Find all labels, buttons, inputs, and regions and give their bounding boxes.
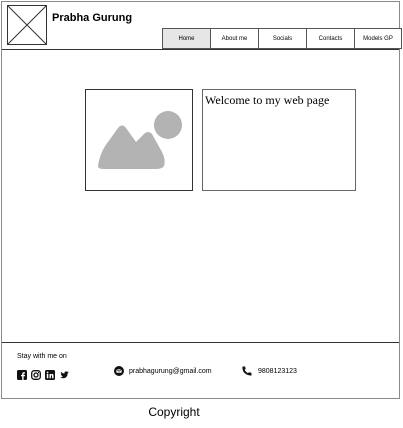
image-placeholder-icon [98, 111, 182, 169]
phone-contact[interactable]: 9808123123 [242, 366, 297, 376]
logo-placeholder[interactable] [7, 5, 47, 45]
copyright-text: Copyright [148, 405, 200, 419]
email-icon [114, 366, 124, 376]
main-nav: Home About me Socials Contacts Models GP [162, 28, 402, 49]
nav-home[interactable]: Home [162, 28, 210, 49]
stay-label: Stay with me on [17, 353, 67, 360]
welcome-text: Welcome to my web page [205, 93, 330, 107]
linkedin-icon[interactable] [45, 367, 55, 380]
email-contact[interactable]: prabhagurung@gmail.com [114, 366, 212, 376]
facebook-icon[interactable] [17, 367, 27, 380]
phone-text[interactable]: 9808123123 [258, 368, 297, 375]
page-frame: Prabha Gurung Home About me Socials Cont… [1, 1, 402, 399]
site-title: Prabha Gurung [52, 12, 133, 24]
image-placeholder [85, 89, 193, 191]
logo-placeholder-icon [8, 6, 46, 44]
nav-about-me[interactable]: About me [210, 28, 258, 49]
nav-models-gp[interactable]: Models GP [354, 28, 402, 49]
header: Prabha Gurung Home About me Socials Cont… [2, 2, 402, 50]
social-icons [17, 367, 69, 380]
twitter-icon[interactable] [59, 367, 69, 379]
phone-icon [242, 366, 252, 376]
footer: Stay with me on prabhagurung@gmail.com 9… [2, 342, 399, 399]
email-text[interactable]: prabhagurung@gmail.com [129, 368, 212, 375]
instagram-icon[interactable] [31, 367, 41, 380]
nav-socials[interactable]: Socials [258, 28, 306, 49]
welcome-text-box: Welcome to my web page [202, 89, 356, 191]
nav-contacts[interactable]: Contacts [306, 28, 354, 49]
